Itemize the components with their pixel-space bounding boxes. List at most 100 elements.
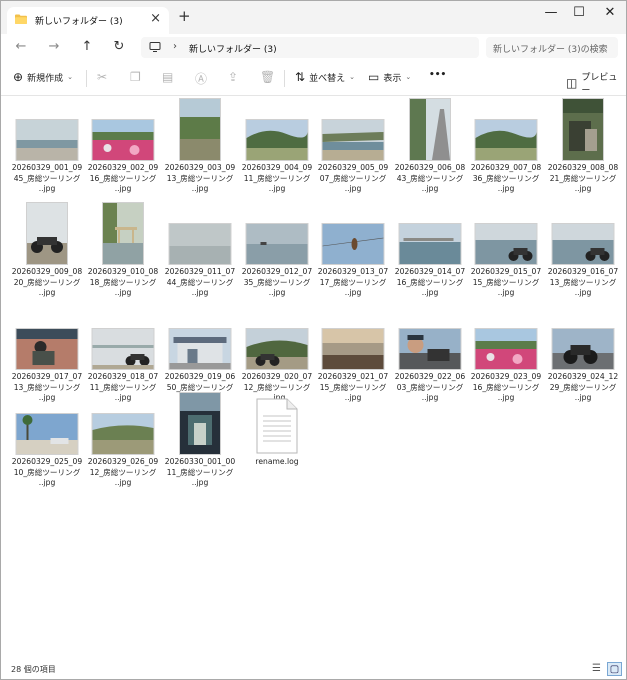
maximize-button[interactable]: ☐ [564,5,594,20]
file-item-image[interactable]: 20260329_024_1229_房総ツーリング ..jpg [547,308,619,404]
file-item-image[interactable]: 20260329_019_0650_房総ツーリング..jpg [164,308,236,404]
file-item-image[interactable]: 20260329_001_0945_房総ツーリング ..jpg [11,99,83,195]
file-item-image[interactable]: 20260329_007_0836_房総ツーリング ..jpg [470,99,542,195]
file-name: 20260329_016_0713_房総ツーリング ..jpg [547,267,619,299]
image-thumbnail [92,414,154,454]
file-name: 20260329_014_0716_房総ツーリング ..jpg [394,267,466,299]
title-bar: 新しいフォルダー (3) × + — ☐ ✕ [1,1,626,34]
new-button[interactable]: ⊕ 新規作成 ⌄ [13,70,73,84]
tab-current-folder[interactable]: 新しいフォルダー (3) × [7,7,169,34]
file-name: 20260329_015_0715_房総ツーリング ..jpg [470,267,542,299]
thumbnail-area [87,203,159,267]
file-item-image[interactable]: 20260329_014_0716_房総ツーリング ..jpg [394,203,466,299]
breadcrumb[interactable]: 新しいフォルダー (3) [189,42,277,55]
details-view-icon[interactable]: ☰ [589,662,604,676]
file-name-ext: ..jpg [574,184,592,193]
file-name-ext: ..jpg [114,478,132,487]
file-name-line1: 20260329_008_0 [547,163,614,172]
file-name-line1: 20260329_025_0 [11,457,78,466]
file-name-line1: 20260329_012_0 [241,267,308,276]
back-arrow-icon[interactable]: ← [12,39,30,54]
file-item-image[interactable]: 20260329_021_0715_房総ツーリング ..jpg [317,308,389,404]
file-name-ext: ..jpg [268,288,286,297]
close-button[interactable]: ✕ [595,5,625,20]
search-input[interactable]: 新しいフォルダー (3)の検索 [486,37,618,58]
file-name-line1: 20260329_024_1 [547,372,614,381]
more-options-button[interactable]: ••• [429,70,446,80]
up-arrow-icon[interactable]: ↑ [78,39,96,54]
copy-button[interactable]: ❐ [130,70,141,84]
file-item-image[interactable]: 20260329_008_0821_房総ツーリング ..jpg [547,99,619,195]
image-thumbnail [246,120,308,160]
file-name-ext: ..jpg [191,184,209,193]
share-button[interactable]: ⇪ [228,70,238,84]
copy-icon: ❐ [130,70,141,84]
clipboard-icon: ▤ [162,70,174,84]
tab-close-icon[interactable]: × [150,11,161,26]
thumbnail-area [164,308,236,372]
large-icons-view-icon[interactable]: ▢ [607,662,622,676]
plus-circle-icon: ⊕ [13,70,24,84]
file-item-image[interactable]: 20260329_002_0916_房総ツーリング ..jpg [87,99,159,195]
image-thumbnail [475,224,537,264]
file-item-image[interactable]: 20260329_026_0912_房総ツーリング ..jpg [87,393,159,489]
minimize-button[interactable]: — [536,5,566,20]
paste-button[interactable]: ▤ [162,70,173,84]
new-tab-button[interactable]: + [178,7,191,25]
image-thumbnail [475,329,537,369]
cut-button[interactable]: ✂ [97,70,107,84]
file-name-line1: 20260329_006_0 [394,163,461,172]
view-button[interactable]: ▭ 表示 ⌄ [368,70,411,84]
file-item-image[interactable]: 20260329_025_0910_房総ツーリング ..jpg [11,393,83,489]
file-name: 20260329_013_0717_房総ツーリング ..jpg [317,267,389,299]
file-item-image[interactable]: 20260329_018_0711_房総ツーリング ..jpg [87,308,159,404]
image-thumbnail [92,329,154,369]
file-item-image[interactable]: 20260329_022_0603_房総ツーリング ..jpg [394,308,466,404]
file-item-image[interactable]: 20260329_011_0744_房総ツーリング ..jpg [164,203,236,299]
thumbnail-area [11,393,83,457]
file-name-ext: ..jpg [421,184,439,193]
file-item-image[interactable]: 20260329_010_0818_房総ツーリング ..jpg [87,203,159,299]
file-item-image[interactable]: 20260329_017_0713_房総ツーリング ..jpg [11,308,83,404]
file-item-image[interactable]: 20260329_012_0735_房総ツーリング ..jpg [241,203,313,299]
file-item-image[interactable]: 20260329_013_0717_房総ツーリング ..jpg [317,203,389,299]
thumbnail-area [11,308,83,372]
preview-button[interactable]: ◫ プレビュー [566,70,626,96]
address-field[interactable]: › 新しいフォルダー (3) [141,37,479,58]
delete-button[interactable]: 🗑 [260,70,275,84]
file-item-image[interactable]: 20260329_016_0713_房総ツーリング ..jpg [547,203,619,299]
file-name-ext: ..jpg [114,184,132,193]
file-name-line1: 20260329_011_0 [164,267,231,276]
refresh-icon[interactable]: ↻ [110,39,128,54]
file-item-image[interactable]: 20260329_003_0913_房総ツーリング ..jpg [164,99,236,195]
file-name-ext: ..jpg [574,393,592,402]
file-name: 20260329_022_0603_房総ツーリング ..jpg [394,372,466,404]
file-item-image[interactable]: 20260329_015_0715_房総ツーリング ..jpg [470,203,542,299]
file-item-image[interactable]: 20260329_004_0911_房総ツーリング ..jpg [241,99,313,195]
file-item-image[interactable]: 20260329_009_0820_房総ツーリング ..jpg [11,203,83,299]
file-item-image[interactable]: 20260329_005_0907_房総ツーリング ..jpg [317,99,389,195]
sort-button[interactable]: ⇅ 並べ替え ⌄ [295,70,355,84]
tab-title: 新しいフォルダー (3) [35,17,123,27]
thumbnail-area [317,203,389,267]
thumbnail-area [241,203,313,267]
file-name: 20260329_008_0821_房総ツーリング ..jpg [547,163,619,195]
chevron-down-icon: ⌄ [405,73,412,81]
file-name-line1: 20260329_005_0 [317,163,384,172]
forward-arrow-icon[interactable]: → [45,39,63,54]
file-name: 20260329_003_0913_房総ツーリング ..jpg [164,163,236,195]
file-name: 20260329_002_0916_房総ツーリング ..jpg [87,163,159,195]
breadcrumb-chevron-icon[interactable]: › [173,41,177,52]
thumbnail-area [470,308,542,372]
rename-button[interactable]: Ⓐ [195,70,207,87]
file-item-image[interactable]: 20260329_020_0712_房総ツーリング ..jpg [241,308,313,404]
file-item-log[interactable]: rename.log [241,393,313,468]
chevron-down-icon: ⌄ [67,73,73,81]
share-icon: ⇪ [228,70,239,84]
file-item-image[interactable]: 20260330_001_0011_房総ツーリング ..jpg [164,393,236,489]
file-item-image[interactable]: 20260329_023_0916_房総ツーリング ..jpg [470,308,542,404]
image-thumbnail [552,329,614,369]
file-item-image[interactable]: 20260329_006_0843_房総ツーリング ..jpg [394,99,466,195]
file-name-line1: rename.log [255,457,299,466]
thumbnail-area [547,203,619,267]
